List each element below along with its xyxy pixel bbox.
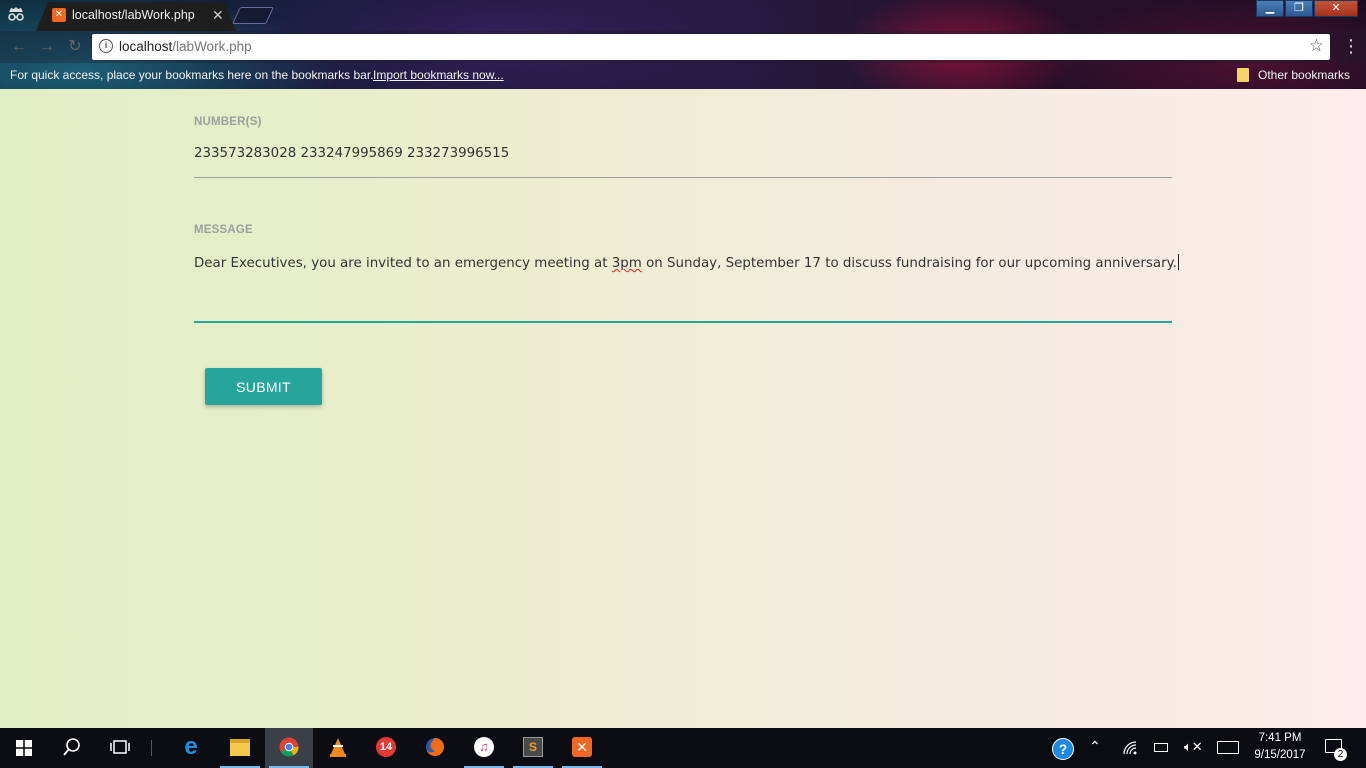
firefox-icon	[426, 738, 444, 756]
help-icon[interactable]: ?	[1052, 738, 1074, 760]
text-caret	[1177, 254, 1179, 270]
new-tab-button[interactable]	[232, 7, 274, 24]
minimize-button[interactable]: ▁	[1256, 0, 1284, 17]
taskbar-xampp[interactable]: ✕	[558, 728, 606, 768]
import-bookmarks-link[interactable]: Import bookmarks now...	[373, 68, 504, 82]
browser-menu-icon[interactable]: ⋮	[1342, 37, 1360, 55]
xampp-icon: ✕	[572, 737, 592, 757]
volume-muted-icon[interactable]: 🔈︎✕	[1184, 739, 1203, 755]
numbers-label: NUMBER(S)	[194, 116, 262, 128]
message-textarea-underline	[194, 321, 1172, 323]
clock-time[interactable]: 7:41 PM	[1252, 732, 1308, 744]
search-button[interactable]	[48, 728, 96, 768]
message-label: MESSAGE	[194, 224, 253, 236]
taskbar-file-explorer[interactable]	[216, 728, 264, 768]
restore-button[interactable]: ❐	[1285, 0, 1313, 17]
task-view-icon	[110, 740, 130, 754]
taskbar-edge[interactable]: e	[167, 728, 215, 768]
browser-chrome: ✕ localhost/labWork.php ✕ ▁ ❐ ✕ ← → ↻ i …	[0, 0, 1366, 89]
wifi-icon[interactable]	[1122, 740, 1138, 756]
task-view-button[interactable]	[96, 728, 144, 768]
notification-badge: 2	[1334, 748, 1347, 761]
folder-icon	[1237, 68, 1249, 82]
numbers-input[interactable]: 233573283028 233247995869 233273996515	[194, 146, 509, 161]
file-explorer-icon	[230, 739, 250, 756]
url-text[interactable]: localhost/labWork.php	[119, 39, 252, 54]
keyboard-icon[interactable]	[1217, 741, 1239, 754]
battery-icon[interactable]	[1154, 743, 1168, 752]
bookmark-star-icon[interactable]: ☆	[1309, 36, 1324, 56]
close-window-button[interactable]: ✕	[1314, 0, 1358, 17]
submit-button[interactable]: SUBMIT	[205, 368, 322, 405]
tab-close-icon[interactable]: ✕	[212, 7, 224, 24]
taskbar-chrome[interactable]	[265, 728, 313, 768]
vlc-icon	[330, 738, 346, 757]
numbers-input-underline	[194, 177, 1172, 178]
chrome-icon	[279, 737, 299, 757]
tab-labwork[interactable]: ✕ localhost/labWork.php ✕	[36, 2, 236, 31]
browser-toolbar: ← → ↻ i localhost/labWork.php ☆ ⋮	[0, 31, 1366, 63]
taskbar-sublime-text[interactable]: S	[509, 728, 557, 768]
clock-date[interactable]: 9/15/2017	[1252, 749, 1308, 761]
page-content: NUMBER(S) 233573283028 233247995869 2332…	[0, 89, 1366, 728]
taskbar-firefox[interactable]	[411, 728, 459, 768]
back-icon[interactable]: ←	[10, 38, 28, 56]
show-hidden-icons-chevron-up-icon[interactable]: ⌃	[1089, 738, 1101, 755]
search-icon	[63, 738, 80, 756]
message-text-end: on Sunday, September 17 to discuss fundr…	[641, 256, 1177, 271]
forward-icon[interactable]: →	[38, 38, 56, 56]
bookmarks-hint: For quick access, place your bookmarks h…	[10, 68, 374, 82]
message-textarea[interactable]: Dear Executives, you are invited to an e…	[194, 254, 1179, 271]
bookmarks-bar: For quick access, place your bookmarks h…	[0, 63, 1366, 89]
misspelled-word: 3pm	[611, 256, 642, 271]
start-button[interactable]	[0, 728, 48, 768]
tab-strip: ✕ localhost/labWork.php ✕ ▁ ❐ ✕	[0, 0, 1366, 31]
windows-taskbar: e 14 ♫ S ✕ ? ⌃ 🔈︎✕ 7:41 PM 9/15/2017 2	[0, 728, 1366, 768]
taskbar-vlc[interactable]	[314, 728, 362, 768]
taskbar-itunes[interactable]: ♫	[460, 728, 508, 768]
url-path: /labWork.php	[172, 39, 252, 54]
url-host: localhost	[119, 39, 173, 54]
start-icon	[16, 740, 32, 756]
itunes-icon: ♫	[474, 737, 494, 757]
reload-icon[interactable]: ↻	[66, 38, 84, 56]
tab-title: localhost/labWork.php	[72, 8, 195, 22]
app-14-icon: 14	[376, 737, 396, 757]
address-bar[interactable]: i localhost/labWork.php ☆	[92, 34, 1330, 60]
incognito-icon	[6, 5, 26, 23]
xampp-favicon-icon: ✕	[52, 8, 66, 22]
sublime-text-icon: S	[523, 737, 543, 757]
other-bookmarks-button[interactable]: Other bookmarks	[1258, 68, 1350, 82]
info-icon[interactable]: i	[99, 39, 113, 53]
message-text-start: Dear Executives, you are invited to an e…	[194, 256, 612, 271]
taskbar-app-14[interactable]: 14	[362, 728, 410, 768]
window-controls: ▁ ❐ ✕	[1255, 0, 1358, 18]
taskbar-separator	[151, 740, 152, 756]
edge-icon: e	[184, 733, 198, 760]
